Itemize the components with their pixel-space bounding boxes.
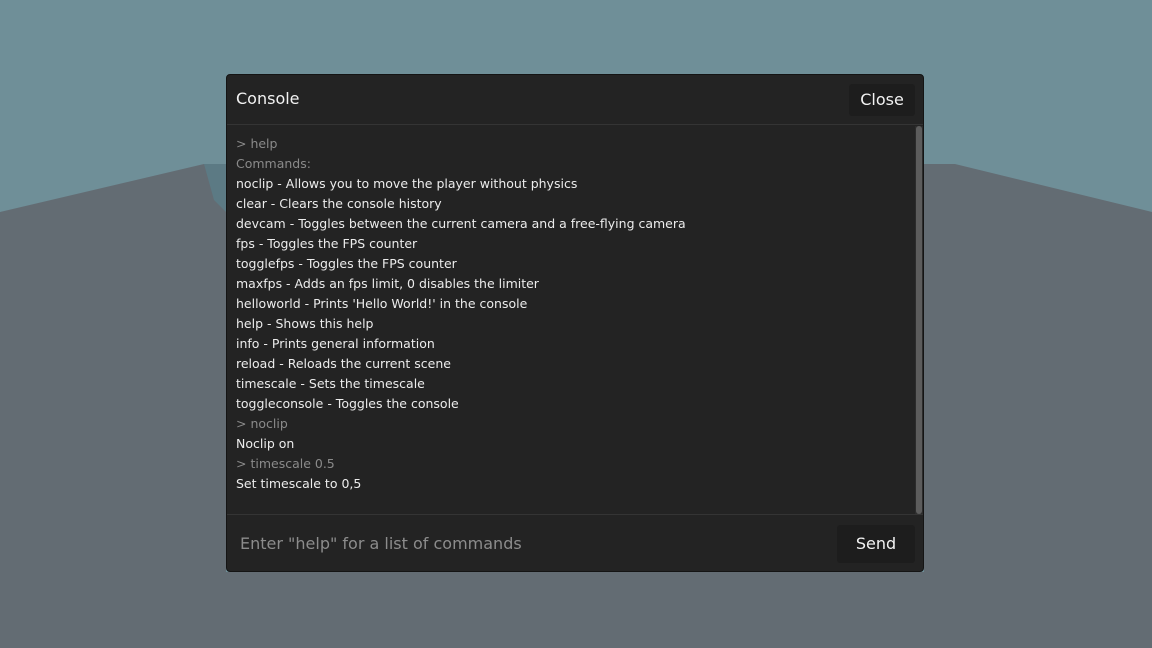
console-header: Console Close xyxy=(227,75,923,125)
log-output-line: maxfps - Adds an fps limit, 0 disables t… xyxy=(236,276,539,291)
log-command-line: > timescale 0.5 xyxy=(236,456,335,471)
log-command-line: > noclip xyxy=(236,416,288,431)
send-button[interactable]: Send xyxy=(837,525,915,563)
console-footer: Send xyxy=(227,514,923,571)
log-output-line: fps - Toggles the FPS counter xyxy=(236,236,418,251)
command-input[interactable] xyxy=(231,524,831,562)
log-output-line: timescale - Sets the timescale xyxy=(236,376,425,391)
log-scrollbar[interactable] xyxy=(915,126,923,514)
log-scrollbar-thumb[interactable] xyxy=(916,126,922,514)
log-output-line: noclip - Allows you to move the player w… xyxy=(236,176,578,191)
log-output-line: Set timescale to 0,5 xyxy=(236,476,362,491)
close-button[interactable]: Close xyxy=(849,84,915,116)
log-output-line: toggleconsole - Toggles the console xyxy=(236,396,459,411)
log-output-line: reload - Reloads the current scene xyxy=(236,356,451,371)
log-output-line: helloworld - Prints 'Hello World!' in th… xyxy=(236,296,528,311)
log-output-line: devcam - Toggles between the current cam… xyxy=(236,216,686,231)
console-window: Console Close > help Commands: noclip - Al… xyxy=(226,74,924,572)
log-output-line: help - Shows this help xyxy=(236,316,374,331)
log-output-line: info - Prints general information xyxy=(236,336,435,351)
log-output-line: Noclip on xyxy=(236,436,295,451)
log-command-line: > help xyxy=(236,136,278,151)
log-command-line: Commands: xyxy=(236,156,311,171)
log-output-line: clear - Clears the console history xyxy=(236,196,442,211)
console-log[interactable]: > help Commands: noclip - Allows you to mo… xyxy=(227,126,917,514)
console-title: Console xyxy=(236,89,300,108)
log-output-line: togglefps - Toggles the FPS counter xyxy=(236,256,457,271)
